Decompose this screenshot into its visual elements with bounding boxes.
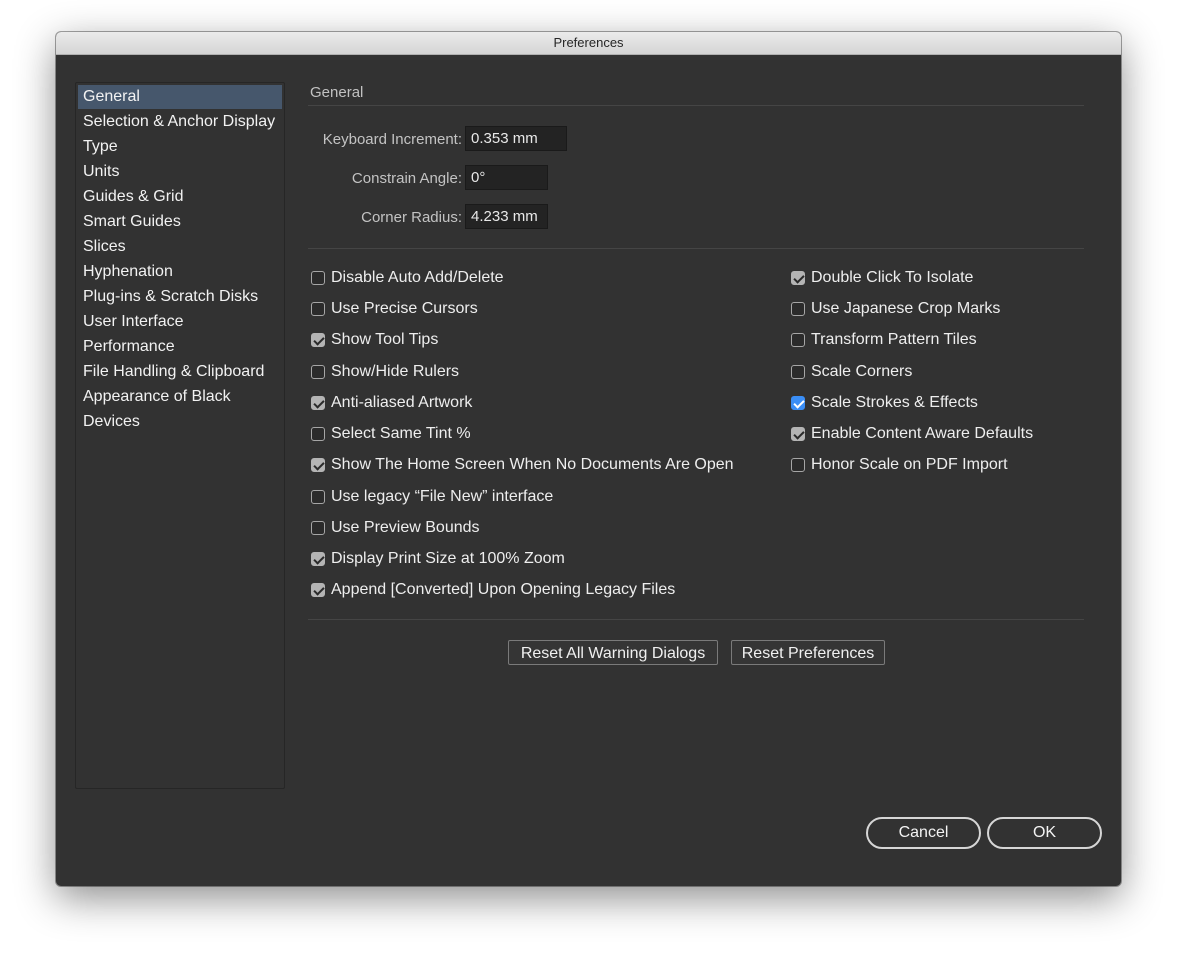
disable-auto-add-delete-option[interactable]: Disable Auto Add/Delete xyxy=(311,267,504,289)
anti-aliased-artwork-option[interactable]: Anti-aliased Artwork xyxy=(311,392,472,414)
enable-content-aware-defaults-option[interactable]: Enable Content Aware Defaults xyxy=(791,423,1033,445)
reset-all-warning-dialogs-button[interactable]: Reset All Warning Dialogs xyxy=(508,640,718,665)
preferences-dialog: Preferences General Selection & Anchor D… xyxy=(56,32,1121,886)
section-title: General xyxy=(310,84,364,101)
checkbox[interactable] xyxy=(791,333,805,347)
checkbox-checked[interactable] xyxy=(311,583,325,597)
checkbox[interactable] xyxy=(791,458,805,472)
scale-strokes-effects-option[interactable]: Scale Strokes & Effects xyxy=(791,392,978,414)
show-hide-rulers-option[interactable]: Show/Hide Rulers xyxy=(311,361,459,383)
window-title: Preferences xyxy=(56,32,1121,55)
honor-scale-pdf-import-option[interactable]: Honor Scale on PDF Import xyxy=(791,454,1008,476)
checkbox[interactable] xyxy=(791,302,805,316)
checkbox[interactable] xyxy=(311,521,325,535)
checkbox-checked[interactable] xyxy=(791,427,805,441)
divider xyxy=(308,619,1084,620)
checkbox-checked[interactable] xyxy=(311,396,325,410)
checkbox[interactable] xyxy=(311,271,325,285)
sidebar-item-guides-grid[interactable]: Guides & Grid xyxy=(78,185,282,209)
checkbox[interactable] xyxy=(311,490,325,504)
keyboard-increment-input[interactable] xyxy=(465,126,567,151)
cancel-button[interactable]: Cancel xyxy=(866,817,981,849)
checkbox-checked[interactable] xyxy=(791,396,805,410)
sidebar-item-general[interactable]: General xyxy=(78,85,282,109)
transform-pattern-tiles-option[interactable]: Transform Pattern Tiles xyxy=(791,329,977,351)
sidebar-item-units[interactable]: Units xyxy=(78,160,282,184)
sidebar-item-user-interface[interactable]: User Interface xyxy=(78,310,282,334)
checkbox[interactable] xyxy=(791,365,805,379)
double-click-to-isolate-option[interactable]: Double Click To Isolate xyxy=(791,267,973,289)
reset-preferences-button[interactable]: Reset Preferences xyxy=(731,640,885,665)
show-home-screen-option[interactable]: Show The Home Screen When No Documents A… xyxy=(311,454,734,476)
use-japanese-crop-marks-option[interactable]: Use Japanese Crop Marks xyxy=(791,298,1000,320)
sidebar-item-slices[interactable]: Slices xyxy=(78,235,282,259)
constrain-angle-input[interactable] xyxy=(465,165,548,190)
checkbox[interactable] xyxy=(311,365,325,379)
corner-radius-label: Corner Radius: xyxy=(361,209,462,226)
scale-corners-option[interactable]: Scale Corners xyxy=(791,361,912,383)
sidebar-item-type[interactable]: Type xyxy=(78,135,282,159)
divider xyxy=(308,248,1084,249)
sidebar-item-plugins-scratch-disks[interactable]: Plug-ins & Scratch Disks xyxy=(78,285,282,309)
corner-radius-input[interactable] xyxy=(465,204,548,229)
checkbox-checked[interactable] xyxy=(311,333,325,347)
checkbox[interactable] xyxy=(311,302,325,316)
checkbox-checked[interactable] xyxy=(311,552,325,566)
divider xyxy=(308,105,1084,106)
checkbox-checked[interactable] xyxy=(311,458,325,472)
checkbox[interactable] xyxy=(311,427,325,441)
keyboard-increment-label: Keyboard Increment: xyxy=(322,131,462,148)
constrain-angle-label: Constrain Angle: xyxy=(351,170,462,187)
select-same-tint-option[interactable]: Select Same Tint % xyxy=(311,423,471,445)
sidebar-item-performance[interactable]: Performance xyxy=(78,335,282,359)
display-print-size-option[interactable]: Display Print Size at 100% Zoom xyxy=(311,548,565,570)
use-preview-bounds-option[interactable]: Use Preview Bounds xyxy=(311,517,480,539)
show-tool-tips-option[interactable]: Show Tool Tips xyxy=(311,329,438,351)
sidebar-item-file-handling-clipboard[interactable]: File Handling & Clipboard xyxy=(78,360,282,384)
sidebar-item-selection-anchor-display[interactable]: Selection & Anchor Display xyxy=(78,110,282,134)
use-legacy-file-new-option[interactable]: Use legacy “File New” interface xyxy=(311,486,553,508)
preferences-sidebar: General Selection & Anchor Display Type … xyxy=(75,82,285,789)
sidebar-item-appearance-of-black[interactable]: Appearance of Black xyxy=(78,385,282,409)
sidebar-item-hyphenation[interactable]: Hyphenation xyxy=(78,260,282,284)
sidebar-item-smart-guides[interactable]: Smart Guides xyxy=(78,210,282,234)
checkbox-checked[interactable] xyxy=(791,271,805,285)
use-precise-cursors-option[interactable]: Use Precise Cursors xyxy=(311,298,478,320)
sidebar-item-devices[interactable]: Devices xyxy=(78,410,282,434)
ok-button[interactable]: OK xyxy=(987,817,1102,849)
append-converted-option[interactable]: Append [Converted] Upon Opening Legacy F… xyxy=(311,579,675,601)
